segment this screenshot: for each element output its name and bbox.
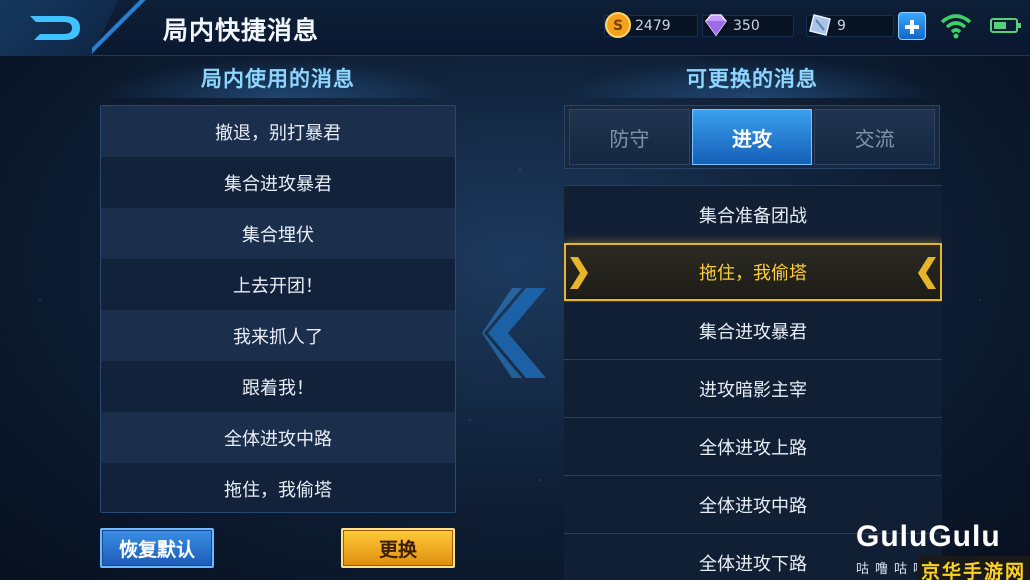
message-category-tabs: 防守 进攻 交流 [564, 105, 940, 169]
replaceable-message-item[interactable]: 进攻暗影主宰 [564, 359, 942, 417]
in-game-message-item[interactable]: 上去开团！ [101, 259, 455, 310]
battery-icon [990, 18, 1021, 33]
svg-text:S: S [613, 18, 623, 34]
tab-attack[interactable]: 进攻 [691, 109, 813, 165]
replace-button[interactable]: 更换 [341, 528, 455, 568]
gold-amount: 2479 [635, 18, 671, 34]
replaceable-messages-title: 可更换的消息 [564, 58, 940, 98]
back-arrow-icon [30, 16, 80, 40]
in-game-message-item[interactable]: 跟着我！ [101, 361, 455, 412]
voucher-amount: 9 [837, 18, 846, 34]
wifi-icon [940, 14, 972, 39]
page-title: 局内快捷消息 [163, 16, 320, 45]
add-currency-button[interactable] [898, 12, 926, 40]
replaceable-message-item[interactable]: 集合进攻暴君 [564, 301, 942, 359]
message-text: 全体进攻中路 [699, 495, 807, 517]
replaceable-message-item[interactable]: 全体进攻上路 [564, 417, 942, 475]
tab-defense[interactable]: 防守 [569, 109, 690, 165]
message-text: 全体进攻上路 [699, 437, 807, 459]
gold-counter: S 2479 [604, 12, 698, 38]
message-text: 拖住，我偷塔 [699, 263, 807, 284]
back-accent-stripe [92, 0, 154, 56]
replaceable-message-item-selected[interactable]: 拖住，我偷塔 [564, 243, 942, 301]
diamond-icon [705, 14, 727, 37]
voucher-crystal-icon [809, 14, 831, 36]
in-game-message-list: 撤退，别打暴君 集合进攻暴君 集合埋伏 上去开团！ 我来抓人了 跟着我！ 全体进攻中路 拖住，… [100, 105, 456, 513]
watermark-brand: 京华手游网 [916, 556, 1030, 580]
gold-coin-icon: S [605, 12, 631, 38]
tab-communication[interactable]: 交流 [814, 109, 936, 165]
voucher-counter: 9 [806, 14, 894, 38]
in-game-message-item[interactable]: 我来抓人了 [101, 310, 455, 361]
diamond-amount: 350 [733, 18, 760, 34]
top-bar: 局内快捷消息 S 2479 350 9 [0, 0, 1030, 56]
message-text: 集合进攻暴君 [699, 321, 807, 343]
swap-arrow-left-icon [482, 288, 546, 378]
in-game-message-item[interactable]: 集合进攻暴君 [101, 157, 455, 208]
replaceable-message-item[interactable]: 集合准备团战 [564, 185, 942, 243]
message-text: 全体进攻下路 [699, 553, 807, 575]
diamond-counter: 350 [702, 14, 794, 38]
watermark: GuluGulu 咕噜咕噜 京华手游网 [852, 520, 1030, 580]
in-game-message-item[interactable]: 集合埋伏 [101, 208, 455, 259]
in-game-message-item[interactable]: 全体进攻中路 [101, 412, 455, 463]
in-game-messages-title: 局内使用的消息 [100, 58, 456, 98]
in-game-message-item[interactable]: 拖住，我偷塔 [101, 463, 455, 512]
restore-default-button[interactable]: 恢复默认 [100, 528, 214, 568]
in-game-message-item[interactable]: 撤退，别打暴君 [101, 106, 455, 157]
message-text: 进攻暗影主宰 [699, 379, 807, 401]
message-text: 集合准备团战 [699, 205, 807, 227]
chevron-right-icon [570, 257, 588, 289]
chevron-left-icon [918, 257, 936, 289]
watermark-logo: GuluGulu [856, 520, 1001, 553]
